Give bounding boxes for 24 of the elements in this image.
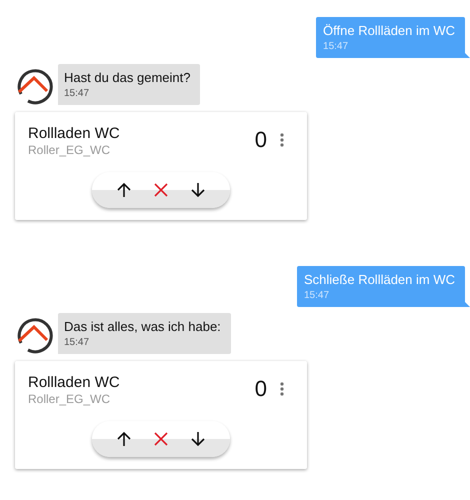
up-arrow-icon[interactable] xyxy=(116,431,132,447)
stop-icon[interactable] xyxy=(152,431,169,447)
message-time: 15:47 xyxy=(64,87,90,101)
message-time: 15:47 xyxy=(323,40,350,54)
item-value: 0 xyxy=(254,127,267,153)
more-icon[interactable] xyxy=(279,381,285,397)
more-icon[interactable] xyxy=(279,132,285,148)
message-time: 15:47 xyxy=(304,289,330,303)
up-arrow-icon[interactable] xyxy=(116,182,132,198)
item-value: 0 xyxy=(254,376,267,402)
down-arrow-icon[interactable] xyxy=(190,431,206,447)
stop-icon[interactable] xyxy=(152,182,169,198)
item-title: Rollladen WC xyxy=(28,125,121,143)
down-arrow-icon[interactable] xyxy=(190,182,206,198)
item-name: Roller_EG_WC xyxy=(28,143,112,158)
message-time: 15:47 xyxy=(64,336,90,350)
message-text: Hast du das gemeint? xyxy=(64,69,190,87)
logo-icon xyxy=(15,67,53,105)
message-text: Öffne Rollläden im WC xyxy=(323,22,455,40)
message-text: Schließe Rollläden im WC xyxy=(304,271,455,289)
item-name: Roller_EG_WC xyxy=(28,392,112,407)
message-text: Das ist alles, was ich habe: xyxy=(64,318,221,336)
item-title: Rollladen WC xyxy=(28,374,121,392)
logo-icon xyxy=(15,316,53,354)
